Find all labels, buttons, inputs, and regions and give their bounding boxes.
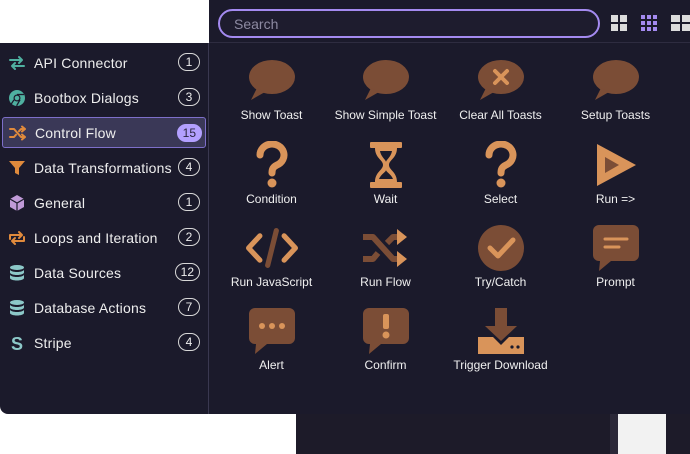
code-icon — [245, 223, 298, 273]
list-view-icon[interactable] — [671, 15, 690, 31]
action-tile-condition[interactable]: Condition — [214, 140, 329, 216]
sidebar-item-label: API Connector — [34, 54, 128, 71]
action-label: Run JavaScript — [230, 275, 313, 289]
arrows-left-right-icon — [7, 53, 27, 73]
download-icon — [475, 306, 527, 356]
background-block — [618, 414, 666, 454]
action-tile-confirm[interactable]: Confirm — [328, 306, 443, 382]
speech-bubble-icon — [590, 56, 642, 106]
count-badge: 1 — [178, 53, 200, 71]
action-tile-trigger-download[interactable]: Trigger Download — [443, 306, 558, 382]
action-picker-panel: API Connector 1 Bootbox Dialogs 3 Control Fl… — [0, 0, 690, 414]
sidebar-item-label: General — [34, 194, 86, 211]
action-label: Show Toast — [240, 108, 303, 122]
toolbar-left-area — [0, 0, 209, 43]
action-tile-show-simple-toast[interactable]: Show Simple Toast — [328, 56, 443, 132]
action-tile-show-toast[interactable]: Show Toast — [214, 56, 329, 132]
action-tile-alert[interactable]: Alert — [214, 306, 329, 382]
action-label: Trigger Download — [453, 358, 548, 372]
action-tile-try-catch[interactable]: Try/Catch — [443, 223, 558, 299]
message-exclamation-icon — [360, 306, 412, 356]
hourglass-icon — [360, 140, 412, 190]
action-label: Prompt — [596, 275, 635, 289]
action-tile-prompt[interactable]: Prompt — [558, 223, 673, 299]
action-label: Select — [483, 192, 518, 206]
action-tile-select[interactable]: Select — [443, 140, 558, 216]
cube-icon — [7, 193, 27, 213]
background-divider — [610, 410, 618, 454]
question-mark-icon — [246, 140, 298, 190]
filter-icon — [7, 158, 27, 178]
action-tile-clear-all-toasts[interactable]: Clear All Toasts — [443, 56, 558, 132]
chrome-icon — [7, 88, 27, 108]
grid-small-view-icon[interactable] — [641, 15, 657, 31]
sidebar-item-label: Database Actions — [34, 299, 147, 316]
speech-bubble-icon — [246, 56, 298, 106]
sidebar-item-data-sources[interactable]: Data Sources 12 — [2, 257, 206, 288]
sidebar-item-label: Bootbox Dialogs — [34, 89, 139, 106]
stripe-s-icon: S — [7, 333, 27, 353]
play-icon — [590, 140, 642, 190]
toolbar — [0, 0, 690, 43]
sidebar-item-label: Stripe — [34, 334, 72, 351]
action-label: Confirm — [364, 358, 407, 372]
sidebar-item-bootbox-dialogs[interactable]: Bootbox Dialogs 3 — [2, 82, 206, 113]
shuffle-icon — [8, 123, 28, 143]
sidebar-item-label: Data Sources — [34, 264, 122, 281]
speech-bubble-x-icon — [475, 56, 527, 106]
count-badge: 12 — [174, 263, 200, 281]
sidebar-item-database-actions[interactable]: Database Actions 7 — [2, 292, 206, 323]
count-badge: 15 — [176, 124, 202, 142]
sidebar-item-label: Control Flow — [35, 124, 116, 141]
count-badge: 3 — [178, 88, 200, 106]
search-input[interactable] — [218, 9, 600, 38]
action-label: Try/Catch — [474, 275, 527, 289]
sidebar-item-data-transformations[interactable]: Data Transformations 4 — [2, 152, 206, 183]
action-label: Show Simple Toast — [334, 108, 437, 122]
loop-arrows-icon — [7, 228, 27, 248]
sidebar-item-label: Loops and Iteration — [34, 229, 158, 246]
action-tile-run-flow[interactable]: Run Flow — [328, 223, 443, 299]
sidebar-item-control-flow[interactable]: Control Flow 15 — [2, 117, 206, 148]
sidebar-item-general[interactable]: General 1 — [2, 187, 206, 218]
action-label: Condition — [246, 192, 297, 206]
message-dots-icon — [246, 306, 298, 356]
action-label: Setup Toasts — [580, 108, 651, 122]
database-icon — [7, 263, 27, 283]
action-tile-setup-toasts[interactable]: Setup Toasts — [558, 56, 673, 132]
grid-large-view-icon[interactable] — [611, 15, 627, 31]
count-badge: 1 — [178, 193, 200, 211]
action-tile-run-javascript[interactable]: Run JavaScript — [214, 223, 329, 299]
sidebar-item-label: Data Transformations — [34, 159, 172, 176]
category-sidebar: API Connector 1 Bootbox Dialogs 3 Control Fl… — [0, 43, 209, 414]
count-badge: 4 — [178, 333, 200, 351]
speech-bubble-icon — [360, 56, 412, 106]
count-badge: 7 — [178, 298, 200, 316]
count-badge: 2 — [178, 228, 200, 246]
action-tile-run[interactable]: Run => — [558, 140, 673, 216]
sidebar-item-api-connector[interactable]: API Connector 1 — [2, 47, 206, 78]
action-label: Run Flow — [360, 275, 411, 289]
check-circle-icon — [475, 223, 527, 273]
database-icon — [7, 298, 27, 318]
action-label: Wait — [373, 192, 398, 206]
shuffle-icon — [360, 223, 412, 273]
svg-text:S: S — [11, 334, 23, 352]
sidebar-item-stripe[interactable]: S Stripe 4 — [2, 327, 206, 358]
action-tile-wait[interactable]: Wait — [328, 140, 443, 216]
message-lines-icon — [590, 223, 642, 273]
count-badge: 4 — [178, 158, 200, 176]
sidebar-item-loops-and-iteration[interactable]: Loops and Iteration 2 — [2, 222, 206, 253]
action-label: Clear All Toasts — [459, 108, 542, 122]
question-mark-icon — [475, 140, 527, 190]
action-label: Alert — [259, 358, 284, 372]
action-label: Run => — [595, 192, 636, 206]
